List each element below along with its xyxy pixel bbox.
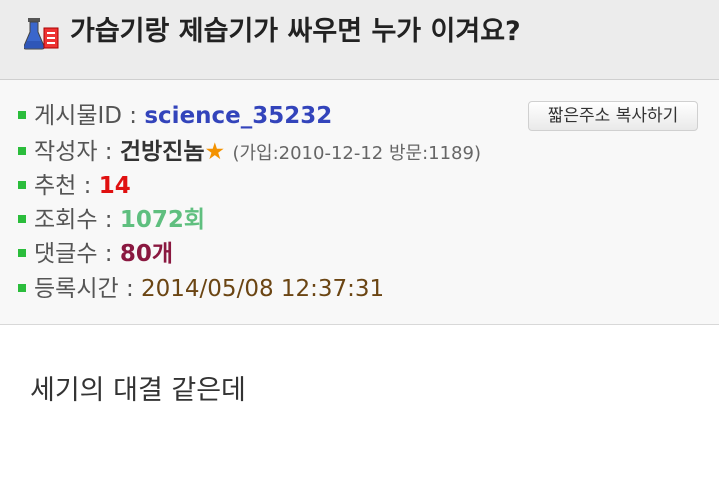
bullet-icon bbox=[18, 180, 26, 189]
bullet-icon bbox=[18, 283, 26, 292]
views-label: 조회수 : bbox=[34, 207, 120, 233]
post-title: 가습기랑 제습기가 싸우면 누가 이겨요? bbox=[70, 16, 521, 47]
bullet-icon bbox=[18, 248, 26, 257]
post-id-row: 게시물ID : science_35232 bbox=[18, 100, 332, 132]
recommend-count: 14 bbox=[98, 173, 131, 199]
bullet-icon bbox=[18, 146, 26, 155]
views-count: 1072회 bbox=[119, 207, 206, 233]
post-body: 세기의 대결 같은데 bbox=[30, 375, 246, 406]
flask-icon bbox=[24, 18, 59, 50]
author-row: 작성자 : 건방진놈★ (가입:2010-12-12 방문:1189) bbox=[18, 136, 481, 168]
author-meta: (가입:2010-12-12 방문:1189) bbox=[232, 143, 481, 164]
recommend-label: 추천 : bbox=[34, 173, 99, 199]
author-name[interactable]: 건방진놈 bbox=[120, 139, 205, 165]
post-id-label: 게시물ID : bbox=[34, 103, 145, 129]
copy-short-url-button[interactable]: 짧은주소 복사하기 bbox=[528, 101, 698, 131]
post-id-value: science_35232 bbox=[144, 103, 333, 129]
author-label: 작성자 : bbox=[34, 139, 120, 165]
comments-count: 80개 bbox=[119, 241, 174, 267]
bullet-icon bbox=[18, 214, 26, 223]
date-row: 등록시간 : 2014/05/08 12:37:31 bbox=[18, 273, 384, 305]
date-label: 등록시간 : bbox=[34, 276, 142, 302]
recommend-row: 추천 : 14 bbox=[18, 170, 131, 202]
comments-row: 댓글수 : 80개 bbox=[18, 238, 173, 270]
comments-label: 댓글수 : bbox=[34, 241, 120, 267]
views-row: 조회수 : 1072회 bbox=[18, 204, 205, 236]
star-icon: ★ bbox=[204, 139, 226, 165]
bullet-icon bbox=[18, 110, 26, 119]
post-header: 가습기랑 제습기가 싸우면 누가 이겨요? bbox=[0, 0, 719, 80]
post-date: 2014/05/08 12:37:31 bbox=[141, 276, 385, 302]
